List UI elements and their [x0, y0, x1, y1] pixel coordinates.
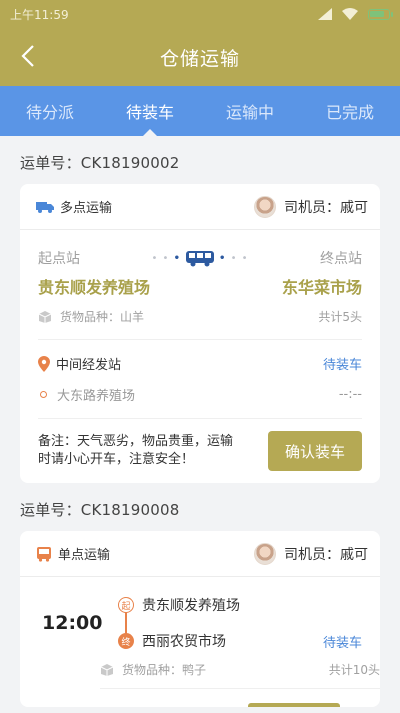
app-header: 仓储运输	[0, 28, 400, 86]
remark-text: 备注：天气恶劣，物品贵重，运输时请小心开车，注意安全！	[38, 434, 234, 467]
tab-pending-assign[interactable]: 待分派	[0, 86, 100, 136]
driver-name: 司机员：戚可	[284, 199, 368, 216]
driver-info: 司机员：戚可	[254, 195, 368, 218]
mid-station-section: 中间经发站 待装车 大东路养殖场 --:--	[38, 340, 362, 419]
order-number: 运单号：CK18190002	[20, 154, 180, 172]
cargo-total: 共计10头	[328, 663, 380, 677]
tab-bar: 待分派 待装车 运输中 已完成	[0, 86, 400, 136]
cargo-total: 共计5头	[318, 310, 362, 324]
transport-type-label: 单点运输	[58, 548, 111, 563]
route-line: • • • • • •	[151, 249, 248, 267]
tab-label: 运输中	[225, 103, 274, 122]
end-badge-icon: 终	[118, 633, 134, 649]
box-icon	[38, 310, 52, 323]
truck-icon	[36, 201, 54, 213]
order-card[interactable]: 多点运输 司机员：戚可 起点站 • • • • • • 终点站 贵东顺发养殖场 …	[20, 184, 380, 483]
back-button[interactable]	[14, 42, 42, 70]
chevron-left-icon	[21, 45, 34, 67]
start-place: 贵东顺发养殖场	[142, 598, 240, 614]
order-status[interactable]: 待装车	[323, 632, 362, 651]
status-time: 上午11:59	[10, 7, 69, 22]
confirm-load-button-partial[interactable]	[248, 703, 340, 707]
card-footer: 备注：天气恶劣，物品贵重，运输时请小心开车，注意安全！ 确认装车	[38, 419, 362, 483]
tab-label: 待分派	[25, 103, 74, 122]
avatar	[254, 542, 276, 565]
tab-completed[interactable]: 已完成	[300, 86, 400, 136]
mid-station-label: 中间经发站	[56, 358, 122, 373]
cargo-info: 货物品种：山羊	[38, 308, 144, 325]
single-route: 12:00 起 贵东顺发养殖场 终 西丽农贸市场 待装车	[20, 577, 380, 651]
end-station-label: 终点站	[320, 251, 362, 267]
start-station-label: 起点站	[38, 251, 80, 267]
avatar	[254, 195, 276, 218]
end-place: 东华菜市场	[281, 278, 362, 297]
transport-type-label: 多点运输	[60, 201, 113, 216]
mid-sub-station-name: 大东路养殖场	[57, 389, 136, 404]
driver-info: 司机员：戚可	[254, 542, 368, 565]
mid-sub-time: --:--	[338, 387, 362, 402]
cargo-info: 货物品种：鸭子	[100, 661, 206, 678]
box-icon	[100, 663, 114, 676]
mid-station: 中间经发站	[38, 354, 121, 373]
driver-name: 司机员：戚可	[284, 546, 368, 563]
active-tab-indicator	[143, 129, 157, 136]
start-place: 贵东顺发养殖场	[38, 278, 151, 297]
battery-icon	[368, 8, 393, 20]
cargo-row: 货物品种：鸭子 共计10头	[100, 661, 380, 689]
tab-label: 已完成	[325, 103, 374, 122]
bus-icon	[37, 546, 51, 562]
mid-station-row: 中间经发站 待装车	[38, 354, 362, 373]
signal-icon	[318, 8, 332, 20]
location-pin-icon	[38, 355, 50, 372]
departure-time: 12:00	[42, 612, 103, 634]
mid-station-status[interactable]: 待装车	[323, 354, 362, 373]
route-places: 贵东顺发养殖场 东华菜市场	[38, 274, 362, 298]
transport-type: 单点运输	[36, 544, 110, 563]
mid-sub-row: 大东路养殖场 --:--	[38, 385, 362, 419]
end-point: 终 西丽农贸市场 待装车	[118, 631, 362, 651]
end-place: 西丽农贸市场	[142, 634, 226, 650]
waypoint-dot-icon	[40, 391, 47, 398]
order-number: 运单号：CK18190008	[20, 501, 180, 519]
route-section: 起点站 • • • • • • 终点站 贵东顺发养殖场 东华菜市场 货物品种：山…	[20, 230, 380, 483]
wifi-icon	[342, 8, 358, 20]
mid-sub-station: 大东路养殖场	[38, 385, 135, 404]
confirm-load-button[interactable]: 确认装车	[268, 431, 362, 471]
tab-label: 待装车	[125, 103, 174, 122]
start-badge-icon: 起	[118, 597, 134, 613]
transport-type: 多点运输	[36, 197, 112, 216]
status-bar: 上午11:59	[0, 0, 400, 28]
card-header: 多点运输 司机员：戚可	[20, 184, 380, 230]
order-card[interactable]: 单点运输 司机员：戚可 12:00 起 贵东顺发养殖场 终 西丽农贸市场 待装车…	[20, 531, 380, 707]
tab-pending-load[interactable]: 待装车	[100, 86, 200, 136]
start-point: 起 贵东顺发养殖场	[118, 595, 362, 615]
cargo-row: 货物品种：山羊 共计5头	[38, 308, 362, 340]
cargo-type: 货物品种：鸭子	[122, 663, 207, 677]
station-labels: 起点站 • • • • • • 终点站	[38, 248, 362, 268]
status-icons	[318, 8, 393, 20]
tab-in-transit[interactable]: 运输中	[200, 86, 300, 136]
cargo-type: 货物品种：山羊	[60, 310, 145, 324]
card-header: 单点运输 司机员：戚可	[20, 531, 380, 577]
page-title: 仓储运输	[159, 47, 240, 70]
order-list: 运单号：CK18190002 多点运输 司机员：戚可 起点站 • • • • •…	[0, 136, 400, 707]
route-points: 起 贵东顺发养殖场 终 西丽农贸市场 待装车	[118, 595, 362, 651]
route-connector	[125, 611, 127, 635]
bus-icon	[186, 251, 214, 267]
